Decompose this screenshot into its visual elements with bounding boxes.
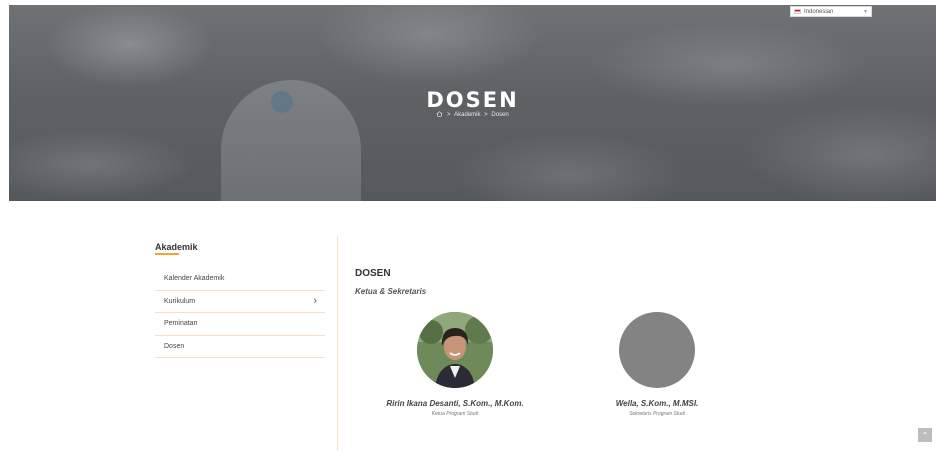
sidebar-title-underline — [155, 253, 179, 255]
breadcrumb-separator: > — [446, 112, 451, 118]
lecturer-card: Ririn Ikana Desanti, S.Kom., M.Kom. Ketu… — [355, 312, 555, 417]
page-title: DOSEN — [426, 88, 519, 112]
breadcrumb-separator: > — [484, 112, 488, 118]
sidebar-item-kurikulum[interactable]: Kurikulum › — [155, 291, 325, 313]
sidebar-item-label: Kalender Akademik — [164, 275, 225, 283]
sidebar-title: Akademik — [155, 242, 198, 252]
sidebar-item-label: Dosen — [164, 342, 185, 350]
sidebar-item-label: Peminatan — [164, 320, 198, 328]
sidebar-item-peminatan[interactable]: Peminatan — [155, 313, 325, 336]
language-select[interactable]: Indonesian ▼ — [790, 6, 872, 17]
home-icon[interactable] — [436, 111, 443, 119]
chevron-right-icon[interactable]: › — [313, 295, 317, 307]
avatar — [417, 312, 493, 388]
language-select-value: Indonesian — [804, 8, 834, 15]
lecturer-name: Ririn Ikana Desanti, S.Kom., M.Kom. — [386, 399, 524, 408]
lecturer-name: Wella, S.Kom., M.MSI. — [615, 399, 699, 408]
page-hero: DOSEN > Akademik > Dosen — [9, 5, 936, 201]
avatar-placeholder — [619, 312, 695, 388]
section-title: DOSEN — [355, 268, 391, 279]
sidebar-item-label: Kurikulum — [164, 297, 196, 305]
sidebar-item-kalender-akademik[interactable]: Kalender Akademik — [155, 268, 325, 291]
lecturer-role: Sekretaris Program Studi — [629, 411, 685, 417]
breadcrumb-item-dosen: Dosen — [491, 112, 509, 118]
content-divider — [337, 236, 338, 451]
scroll-to-top-button[interactable]: ⌃ — [918, 428, 932, 442]
section-subtitle: Ketua & Sekretaris — [355, 287, 427, 296]
chevron-up-icon: ⌃ — [921, 430, 929, 440]
sidebar-menu: Kalender Akademik Kurikulum › Peminatan … — [155, 268, 325, 358]
lecturer-role: Ketua Program Studi — [431, 411, 479, 417]
sidebar-item-dosen[interactable]: Dosen — [155, 336, 325, 358]
chevron-down-icon: ▼ — [863, 8, 868, 15]
indonesia-flag-icon — [794, 9, 801, 14]
lecturer-card: Wella, S.Kom., M.MSI. Sekretaris Program… — [557, 312, 757, 417]
breadcrumb: > Akademik > Dosen — [9, 111, 936, 119]
breadcrumb-item-akademik[interactable]: Akademik — [454, 112, 480, 118]
